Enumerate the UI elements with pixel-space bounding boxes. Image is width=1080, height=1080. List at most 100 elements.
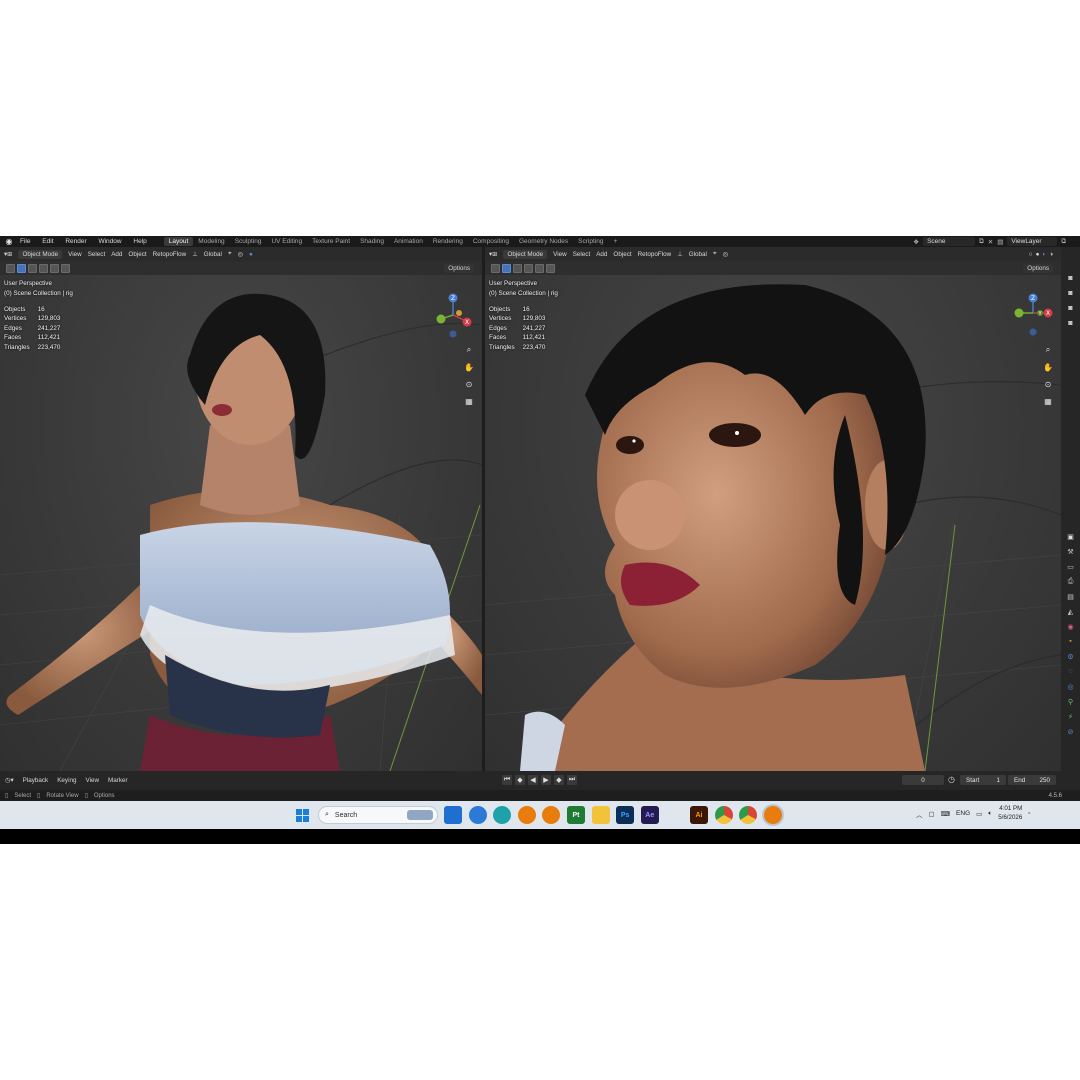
tab-compositing[interactable]: Compositing — [468, 237, 514, 246]
menu-select[interactable]: Select — [573, 251, 591, 258]
play-icon[interactable]: ▶ — [541, 775, 551, 785]
rendered-shading-icon[interactable]: ◑ — [1049, 251, 1053, 258]
pycharm-app-icon[interactable]: Pt — [566, 806, 585, 824]
jump-start-icon[interactable]: ⏮ — [502, 775, 512, 785]
scene-close-icon[interactable]: ✕ — [988, 238, 993, 246]
marker-menu[interactable]: Marker — [108, 777, 128, 784]
stopwatch-icon[interactable]: ◷ — [948, 775, 955, 784]
menu-help[interactable]: Help — [133, 238, 146, 245]
gizmo-neg-z-axis[interactable] — [1029, 328, 1037, 336]
network-icon[interactable]: ▭ — [976, 810, 982, 818]
chrome-profile-app-icon[interactable] — [739, 806, 758, 824]
menu-render[interactable]: Render — [65, 238, 86, 245]
gizmo-neg-y-axis[interactable] — [456, 310, 462, 316]
tab-texture-paint[interactable]: Texture Paint — [307, 237, 355, 246]
select-mode-intersect-icon[interactable] — [546, 263, 555, 273]
menu-file[interactable]: File — [20, 238, 30, 245]
end-frame-field[interactable]: End 250 — [1008, 775, 1056, 785]
select-mode-extend-icon[interactable] — [513, 263, 522, 273]
select-mode-subtract-icon[interactable] — [524, 263, 533, 273]
proportional-edit-icon[interactable]: ◎ — [722, 251, 728, 258]
add-workspace-button[interactable]: + — [608, 237, 622, 246]
edge-app-icon[interactable] — [493, 806, 512, 824]
tab-scripting[interactable]: Scripting — [573, 237, 608, 246]
blender-app-icon[interactable] — [542, 806, 561, 824]
viewport-left[interactable]: ▾⊞ Object Mode View Select Add Object Re… — [0, 247, 482, 771]
gizmo-y-axis[interactable] — [1014, 308, 1024, 318]
timeline-view-menu[interactable]: View — [85, 777, 99, 784]
tab-layout[interactable]: Layout — [163, 237, 194, 246]
figure-app-icon[interactable] — [665, 806, 683, 824]
constraint-properties-icon[interactable]: ⚲ — [1065, 696, 1076, 707]
volume-icon[interactable]: 🔈︎ — [988, 810, 992, 818]
camera-view-icon[interactable]: ⊙ — [462, 377, 476, 391]
menu-object[interactable]: Object — [128, 251, 146, 258]
select-mode-extend-icon[interactable] — [28, 263, 37, 273]
clock[interactable]: 4:01 PM 5/6/2026 — [998, 805, 1022, 822]
select-mode-subtract-icon[interactable] — [39, 263, 48, 273]
navigation-gizmo[interactable]: Z X Y — [1011, 291, 1057, 341]
pan-hand-icon[interactable]: ✋ — [462, 360, 476, 374]
zoom-icon[interactable]: ⌕ — [462, 343, 476, 357]
view-layer-new-icon[interactable]: ⧉ — [1061, 238, 1066, 246]
zoom-icon[interactable]: ⌕ — [1041, 343, 1055, 357]
current-frame-field[interactable]: 0 — [902, 775, 944, 785]
blender-app-icon[interactable] — [517, 806, 536, 824]
snap-icon[interactable]: ⌖ — [228, 250, 232, 258]
viewport-shading-icon[interactable]: ● — [249, 251, 253, 258]
menu-edit[interactable]: Edit — [42, 238, 53, 245]
menu-select[interactable]: Select — [88, 251, 106, 258]
physics-properties-icon[interactable]: ◎ — [1065, 681, 1076, 692]
texture-properties-icon[interactable]: ⊘ — [1065, 726, 1076, 737]
outliner-camera-icon[interactable]: ◙ — [1065, 273, 1076, 284]
navigation-gizmo[interactable]: Z X — [432, 291, 476, 341]
options-dropdown[interactable]: Options — [1023, 263, 1053, 273]
taskbar-search[interactable]: ⌕ Search — [318, 806, 438, 824]
view-layer-properties-icon[interactable]: ▤ — [1065, 591, 1076, 602]
after-effects-app-icon[interactable]: Ae — [640, 806, 659, 824]
outliner-camera-icon[interactable]: ◙ — [1065, 288, 1076, 299]
select-mode-invert-icon[interactable] — [535, 263, 544, 273]
wireframe-shading-icon[interactable]: ○ — [1029, 251, 1033, 258]
active-tool-icon[interactable] — [6, 263, 15, 273]
options-dropdown[interactable]: Options — [444, 263, 474, 273]
windows-start-icon[interactable] — [296, 809, 309, 822]
tray-expand-icon[interactable]: ︿ — [916, 809, 923, 819]
retopoflow-menu[interactable]: RetopoFlow — [153, 251, 187, 258]
material-shading-icon[interactable]: ◐ — [1042, 251, 1046, 258]
select-mode-intersect-icon[interactable] — [61, 263, 70, 273]
tab-geometry-nodes[interactable]: Geometry Nodes — [514, 237, 573, 246]
orientation-selector[interactable]: Global — [689, 251, 707, 258]
world-properties-icon[interactable]: ◉ — [1065, 621, 1076, 632]
scene-properties-icon[interactable]: ◭ — [1065, 606, 1076, 617]
object-data-properties-icon[interactable]: ⚡ — [1065, 711, 1076, 722]
mode-selector[interactable]: Object Mode — [18, 249, 63, 259]
folder-app-icon[interactable] — [591, 806, 610, 824]
language-indicator[interactable]: ENG — [956, 810, 970, 817]
retopoflow-menu[interactable]: RetopoFlow — [638, 251, 672, 258]
outliner-camera-icon[interactable]: ◙ — [1065, 303, 1076, 314]
tab-shading[interactable]: Shading — [355, 237, 389, 246]
gizmo-y-axis[interactable] — [436, 314, 446, 324]
blender-logo-icon[interactable]: ◉ — [3, 237, 15, 246]
blender-active-app-icon[interactable] — [763, 806, 782, 824]
timeline-editor-icon[interactable]: ◷▾ — [5, 777, 14, 784]
properties-editor-icon[interactable]: ▣ — [1065, 531, 1076, 542]
scene-new-icon[interactable]: ⧉ — [979, 238, 984, 246]
editor-type-icon[interactable]: ▾⊞ — [4, 251, 12, 258]
particle-properties-icon[interactable]: ◌ — [1065, 666, 1076, 677]
jump-keyframe-back-icon[interactable]: ◆ — [515, 775, 525, 785]
mode-selector[interactable]: Object Mode — [503, 249, 548, 259]
play-reverse-icon[interactable]: ◀ — [528, 775, 538, 785]
jump-keyframe-forward-icon[interactable]: ◆ — [554, 775, 564, 785]
viewport-scene[interactable] — [485, 275, 1061, 771]
notification-icon[interactable]: ▫ — [1028, 810, 1030, 817]
menu-view[interactable]: View — [553, 251, 567, 258]
tab-sculpting[interactable]: Sculpting — [230, 237, 267, 246]
chrome-app-icon[interactable] — [714, 806, 733, 824]
tray-app-icon[interactable]: ▢ — [929, 810, 935, 818]
view-layer-selector[interactable]: ViewLayer — [1007, 237, 1058, 246]
keying-menu[interactable]: Keying — [57, 777, 76, 784]
jump-end-icon[interactable]: ⏭ — [567, 775, 577, 785]
orientation-selector[interactable]: Global — [204, 251, 222, 258]
